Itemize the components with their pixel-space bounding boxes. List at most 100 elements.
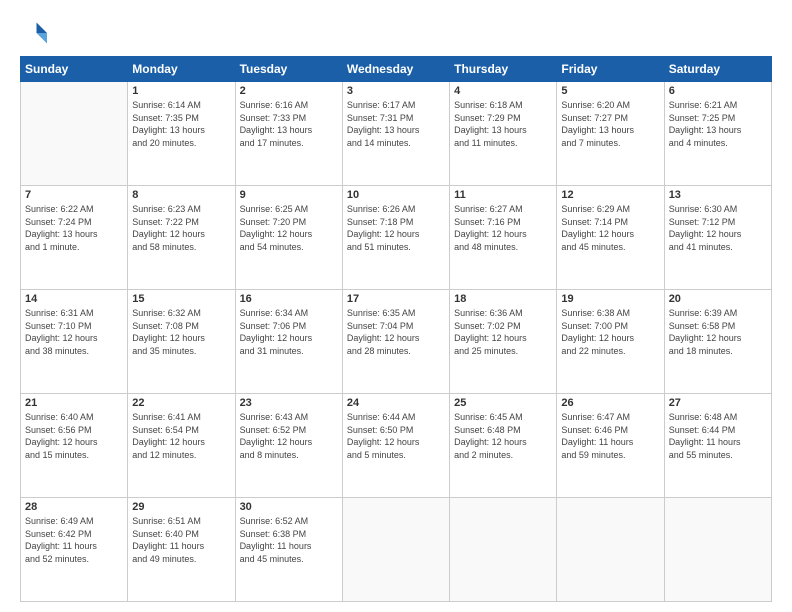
calendar-day-header: Saturday [664,57,771,82]
calendar-cell: 18 Sunrise: 6:36 AM Sunset: 7:02 PM Dayli… [450,290,557,394]
day-info: Sunrise: 6:36 AM Sunset: 7:02 PM Dayligh… [454,307,552,357]
day-info: Sunrise: 6:23 AM Sunset: 7:22 PM Dayligh… [132,203,230,253]
day-info: Sunrise: 6:52 AM Sunset: 6:38 PM Dayligh… [240,515,338,565]
calendar-cell [450,498,557,602]
calendar-cell [557,498,664,602]
day-number: 28 [25,501,123,513]
day-number: 26 [561,397,659,409]
calendar-week-row: 1 Sunrise: 6:14 AM Sunset: 7:35 PM Daylig… [21,82,772,186]
day-info: Sunrise: 6:39 AM Sunset: 6:58 PM Dayligh… [669,307,767,357]
calendar-cell: 24Sunrise: 6:44 AM Sunset: 6:50 PM Dayli… [342,394,449,498]
calendar-day-header: Thursday [450,57,557,82]
calendar-cell: 6 Sunrise: 6:21 AM Sunset: 7:25 PM Daylig… [664,82,771,186]
calendar-week-row: 21 Sunrise: 6:40 AM Sunset: 6:56 PM Dayli… [21,394,772,498]
calendar-week-row: 7 Sunrise: 6:22 AM Sunset: 7:24 PM Daylig… [21,186,772,290]
calendar-cell: 13 Sunrise: 6:30 AM Sunset: 7:12 PM Dayli… [664,186,771,290]
calendar-cell [342,498,449,602]
calendar-cell: 8 Sunrise: 6:23 AM Sunset: 7:22 PM Daylig… [128,186,235,290]
day-info: Sunrise: 6:30 AM Sunset: 7:12 PM Dayligh… [669,203,767,253]
day-info: Sunrise: 6:17 AM Sunset: 7:31 PM Dayligh… [347,99,445,149]
day-number: 17 [347,293,445,305]
day-number: 24 [347,397,445,409]
day-info: Sunrise: 6:34 AM Sunset: 7:06 PM Dayligh… [240,307,338,357]
day-number: 21 [25,397,123,409]
calendar-cell: 2 Sunrise: 6:16 AM Sunset: 7:33 PM Daylig… [235,82,342,186]
day-number: 3 [347,85,445,97]
day-number: 2 [240,85,338,97]
day-info: Sunrise: 6:29 AM Sunset: 7:14 PM Dayligh… [561,203,659,253]
calendar-day-header: Tuesday [235,57,342,82]
calendar-day-header: Wednesday [342,57,449,82]
calendar-cell: 29 Sunrise: 6:51 AM Sunset: 6:40 PM Dayli… [128,498,235,602]
day-info: Sunrise: 6:20 AM Sunset: 7:27 PM Dayligh… [561,99,659,149]
day-info: Sunrise: 6:31 AM Sunset: 7:10 PM Dayligh… [25,307,123,357]
day-info: Sunrise: 6:38 AM Sunset: 7:00 PM Dayligh… [561,307,659,357]
calendar-cell: 22Sunrise: 6:41 AM Sunset: 6:54 PM Dayli… [128,394,235,498]
day-info: Sunrise: 6:18 AM Sunset: 7:29 PM Dayligh… [454,99,552,149]
day-info: Sunrise: 6:40 AM Sunset: 6:56 PM Dayligh… [25,411,123,461]
calendar-cell: 17 Sunrise: 6:35 AM Sunset: 7:04 PM Dayli… [342,290,449,394]
calendar-cell: 30 Sunrise: 6:52 AM Sunset: 6:38 PM Dayli… [235,498,342,602]
day-number: 12 [561,189,659,201]
calendar-cell: 7 Sunrise: 6:22 AM Sunset: 7:24 PM Daylig… [21,186,128,290]
calendar-cell: 20 Sunrise: 6:39 AM Sunset: 6:58 PM Dayli… [664,290,771,394]
calendar-cell: 27 Sunrise: 6:48 AM Sunset: 6:44 PM Dayli… [664,394,771,498]
calendar-cell: 12 Sunrise: 6:29 AM Sunset: 7:14 PM Dayli… [557,186,664,290]
day-info: Sunrise: 6:32 AM Sunset: 7:08 PM Dayligh… [132,307,230,357]
day-number: 20 [669,293,767,305]
logo [20,18,54,48]
day-info: Sunrise: 6:26 AM Sunset: 7:18 PM Dayligh… [347,203,445,253]
calendar-cell: 21 Sunrise: 6:40 AM Sunset: 6:56 PM Dayli… [21,394,128,498]
day-info: Sunrise: 6:25 AM Sunset: 7:20 PM Dayligh… [240,203,338,253]
calendar-cell: 10Sunrise: 6:26 AM Sunset: 7:18 PM Dayli… [342,186,449,290]
day-number: 8 [132,189,230,201]
page: SundayMondayTuesdayWednesdayThursdayFrid… [0,0,792,612]
day-number: 15 [132,293,230,305]
calendar-cell: 15 Sunrise: 6:32 AM Sunset: 7:08 PM Dayli… [128,290,235,394]
day-number: 19 [561,293,659,305]
day-number: 1 [132,85,230,97]
day-info: Sunrise: 6:35 AM Sunset: 7:04 PM Dayligh… [347,307,445,357]
calendar-cell [664,498,771,602]
day-info: Sunrise: 6:14 AM Sunset: 7:35 PM Dayligh… [132,99,230,149]
calendar-cell: 11 Sunrise: 6:27 AM Sunset: 7:16 PM Dayli… [450,186,557,290]
calendar-cell: 14 Sunrise: 6:31 AM Sunset: 7:10 PM Dayli… [21,290,128,394]
calendar-week-row: 28 Sunrise: 6:49 AM Sunset: 6:42 PM Dayli… [21,498,772,602]
calendar-cell: 9Sunrise: 6:25 AM Sunset: 7:20 PM Daylig… [235,186,342,290]
day-info: Sunrise: 6:41 AM Sunset: 6:54 PM Dayligh… [132,411,230,461]
day-number: 30 [240,501,338,513]
calendar-cell: 3 Sunrise: 6:17 AM Sunset: 7:31 PM Daylig… [342,82,449,186]
calendar-cell: 16 Sunrise: 6:34 AM Sunset: 7:06 PM Dayli… [235,290,342,394]
day-info: Sunrise: 6:22 AM Sunset: 7:24 PM Dayligh… [25,203,123,253]
day-info: Sunrise: 6:51 AM Sunset: 6:40 PM Dayligh… [132,515,230,565]
day-number: 18 [454,293,552,305]
day-info: Sunrise: 6:49 AM Sunset: 6:42 PM Dayligh… [25,515,123,565]
day-number: 14 [25,293,123,305]
day-info: Sunrise: 6:27 AM Sunset: 7:16 PM Dayligh… [454,203,552,253]
calendar-table: SundayMondayTuesdayWednesdayThursdayFrid… [20,56,772,602]
day-number: 6 [669,85,767,97]
day-number: 25 [454,397,552,409]
logo-icon [20,18,50,48]
calendar-cell: 25Sunrise: 6:45 AM Sunset: 6:48 PM Dayli… [450,394,557,498]
calendar-cell: 5Sunrise: 6:20 AM Sunset: 7:27 PM Daylig… [557,82,664,186]
day-number: 29 [132,501,230,513]
day-number: 11 [454,189,552,201]
day-info: Sunrise: 6:21 AM Sunset: 7:25 PM Dayligh… [669,99,767,149]
day-info: Sunrise: 6:48 AM Sunset: 6:44 PM Dayligh… [669,411,767,461]
day-number: 27 [669,397,767,409]
day-number: 13 [669,189,767,201]
day-info: Sunrise: 6:47 AM Sunset: 6:46 PM Dayligh… [561,411,659,461]
calendar-day-header: Monday [128,57,235,82]
day-info: Sunrise: 6:16 AM Sunset: 7:33 PM Dayligh… [240,99,338,149]
calendar-cell: 28 Sunrise: 6:49 AM Sunset: 6:42 PM Dayli… [21,498,128,602]
calendar-cell: 26 Sunrise: 6:47 AM Sunset: 6:46 PM Dayli… [557,394,664,498]
calendar-header-row: SundayMondayTuesdayWednesdayThursdayFrid… [21,57,772,82]
header [20,18,772,48]
calendar-cell: 4 Sunrise: 6:18 AM Sunset: 7:29 PM Daylig… [450,82,557,186]
day-number: 7 [25,189,123,201]
calendar-cell [21,82,128,186]
day-number: 16 [240,293,338,305]
calendar-cell: 19 Sunrise: 6:38 AM Sunset: 7:00 PM Dayli… [557,290,664,394]
day-number: 4 [454,85,552,97]
